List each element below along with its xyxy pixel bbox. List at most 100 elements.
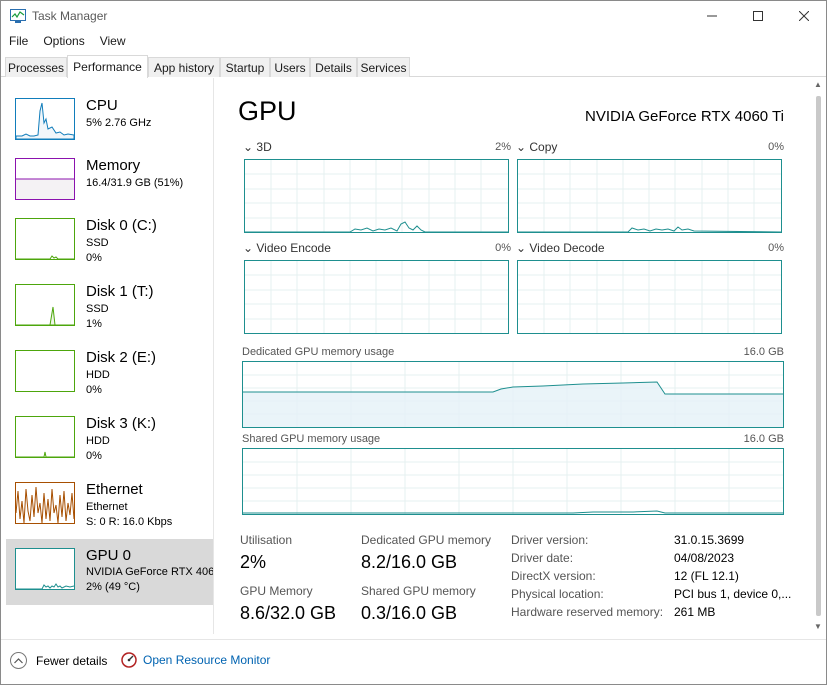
sidebar-item-ethernet[interactable]: Ethernet Ethernet S: 0 R: 16.0 Kbps xyxy=(6,477,213,543)
menu-options[interactable]: Options xyxy=(35,32,91,52)
maximize-button[interactable] xyxy=(735,1,781,31)
sidebar-disk1-name: Disk 1 (T:) xyxy=(86,283,154,300)
directx-version-label: DirectX version: xyxy=(511,569,596,583)
tab-processes[interactable]: Processes xyxy=(5,57,67,77)
sidebar-item-disk3[interactable]: Disk 3 (K:) HDD 0% xyxy=(6,411,213,477)
tab-performance[interactable]: Performance xyxy=(67,55,148,78)
sidebar-memory-name: Memory xyxy=(86,157,141,174)
sidebar-disk1-usage: 1% xyxy=(86,318,102,330)
fewer-details-label: Fewer details xyxy=(36,653,108,668)
engine-video-encode-selector[interactable]: ⌄ Video Encode xyxy=(243,241,331,255)
sidebar-gpu0-name: GPU 0 xyxy=(86,547,132,564)
scroll-up-icon[interactable]: ▲ xyxy=(814,80,822,89)
utilisation-label: Utilisation xyxy=(240,533,293,547)
minimize-icon xyxy=(707,15,717,17)
hardware-reserved-memory-value: 261 MB xyxy=(674,605,716,619)
page-title: GPU xyxy=(238,96,297,126)
sidebar-disk0-name: Disk 0 (C:) xyxy=(86,217,157,234)
sidebar-disk0-type: SSD xyxy=(86,237,109,249)
shared-memory-graph-max: 16.0 GB xyxy=(743,433,784,445)
sidebar-memory-usage: 16.4/31.9 GB (51%) xyxy=(86,177,184,189)
task-manager-window: Task Manager File Options View Processes… xyxy=(0,0,827,685)
tab-services[interactable]: Services xyxy=(357,57,410,77)
directx-version-value: 12 (FL 12.1) xyxy=(674,569,739,583)
engine-3d-percent: 2% xyxy=(495,141,511,153)
scroll-thumb[interactable] xyxy=(816,96,821,616)
hardware-reserved-memory-label: Hardware reserved memory: xyxy=(511,605,664,619)
dedicated-memory-graph-label: Dedicated GPU memory usage xyxy=(242,346,395,358)
shared-memory-label: Shared GPU memory xyxy=(361,584,476,598)
menu-file[interactable]: File xyxy=(1,32,35,52)
driver-version-value: 31.0.15.3699 xyxy=(674,533,745,547)
physical-location-value: PCI bus 1, device 0,... xyxy=(674,587,792,601)
engine-3d-selector[interactable]: ⌄ 3D xyxy=(243,140,272,154)
resource-sidebar: CPU 5% 2.76 GHz Memory 16.4/31.9 GB (51%… xyxy=(1,78,214,634)
engine-video-encode-label: Video Encode xyxy=(256,241,331,255)
sidebar-cpu-name: CPU xyxy=(86,97,118,114)
sidebar-item-gpu0[interactable]: GPU 0 NVIDIA GeForce RTX 4060 Ti 2% (49 … xyxy=(6,539,213,605)
open-resource-monitor-link[interactable]: Open Resource Monitor xyxy=(121,652,270,668)
menu-view[interactable]: View xyxy=(92,32,133,52)
sidebar-disk0-usage: 0% xyxy=(86,252,102,264)
title-bar[interactable]: Task Manager xyxy=(1,1,826,31)
engine-copy-label: Copy xyxy=(529,140,558,154)
tab-users[interactable]: Users xyxy=(270,57,310,77)
sidebar-ethernet-throughput: S: 0 R: 16.0 Kbps xyxy=(86,516,173,528)
gpu-model-name: NVIDIA GeForce RTX 4060 Ti xyxy=(585,108,784,125)
tab-details[interactable]: Details xyxy=(310,57,357,77)
shared-memory-graph xyxy=(242,448,784,515)
minimize-button[interactable] xyxy=(689,1,735,31)
task-manager-icon xyxy=(10,9,26,23)
engine-video-decode-label: Video Decode xyxy=(529,241,605,255)
sidebar-item-memory[interactable]: Memory 16.4/31.9 GB (51%) xyxy=(6,153,213,219)
sidebar-gpu0-usage: 2% (49 °C) xyxy=(86,581,140,593)
chevron-up-icon xyxy=(10,652,27,669)
driver-date-value: 04/08/2023 xyxy=(674,551,735,565)
chevron-down-icon: ⌄ xyxy=(516,140,530,154)
engine-video-decode-selector[interactable]: ⌄ Video Decode xyxy=(516,241,605,255)
vertical-scrollbar[interactable]: ▲ ▼ xyxy=(811,78,826,634)
ethernet-thumbnail-graph xyxy=(15,482,75,524)
fewer-details-button[interactable]: Fewer details xyxy=(10,652,107,669)
disk1-thumbnail-graph xyxy=(15,284,75,326)
chevron-down-icon: ⌄ xyxy=(243,241,257,255)
footer-bar: Fewer details Open Resource Monitor xyxy=(1,639,826,684)
gpu-memory-label: GPU Memory xyxy=(240,584,313,598)
engine-copy-graph xyxy=(517,159,782,233)
sidebar-cpu-usage: 5% 2.76 GHz xyxy=(86,117,152,129)
sidebar-item-disk2[interactable]: Disk 2 (E:) HDD 0% xyxy=(6,345,213,411)
sidebar-disk3-name: Disk 3 (K:) xyxy=(86,415,157,432)
shared-memory-graph-label: Shared GPU memory usage xyxy=(242,433,381,445)
shared-memory-value: 0.3/16.0 GB xyxy=(361,603,458,623)
driver-date-label: Driver date: xyxy=(511,551,574,565)
dedicated-memory-graph xyxy=(242,361,784,428)
sidebar-item-disk1[interactable]: Disk 1 (T:) SSD 1% xyxy=(6,279,213,345)
close-button[interactable] xyxy=(781,1,827,31)
physical-location-label: Physical location: xyxy=(511,587,604,601)
gpu0-thumbnail-graph xyxy=(15,548,75,590)
engine-video-encode-graph xyxy=(244,260,509,334)
sidebar-disk3-type: HDD xyxy=(86,435,110,447)
engine-copy-selector[interactable]: ⌄ Copy xyxy=(516,140,557,154)
sidebar-item-disk0[interactable]: Disk 0 (C:) SSD 0% xyxy=(6,213,213,279)
dedicated-memory-value: 8.2/16.0 GB xyxy=(361,552,458,572)
sidebar-disk2-name: Disk 2 (E:) xyxy=(86,349,157,366)
cpu-thumbnail-graph xyxy=(15,98,75,140)
sidebar-ethernet-adapter: Ethernet xyxy=(86,501,128,513)
utilisation-value: 2% xyxy=(240,552,267,572)
sidebar-ethernet-name: Ethernet xyxy=(86,481,143,498)
tab-startup[interactable]: Startup xyxy=(220,57,270,77)
engine-video-decode-percent: 0% xyxy=(768,242,784,254)
engine-copy-percent: 0% xyxy=(768,141,784,153)
engine-3d-graph xyxy=(244,159,509,233)
dedicated-memory-graph-max: 16.0 GB xyxy=(743,346,784,358)
tab-app-history[interactable]: App history xyxy=(148,57,220,77)
sidebar-disk1-type: SSD xyxy=(86,303,109,315)
scroll-down-icon[interactable]: ▼ xyxy=(814,622,822,631)
memory-thumbnail-graph xyxy=(15,158,75,200)
engine-video-encode-percent: 0% xyxy=(495,242,511,254)
engine-3d-label: 3D xyxy=(256,140,272,154)
chevron-down-icon: ⌄ xyxy=(516,241,530,255)
sidebar-gpu0-model: NVIDIA GeForce RTX 4060 Ti xyxy=(86,566,213,578)
sidebar-item-cpu[interactable]: CPU 5% 2.76 GHz xyxy=(6,93,213,159)
